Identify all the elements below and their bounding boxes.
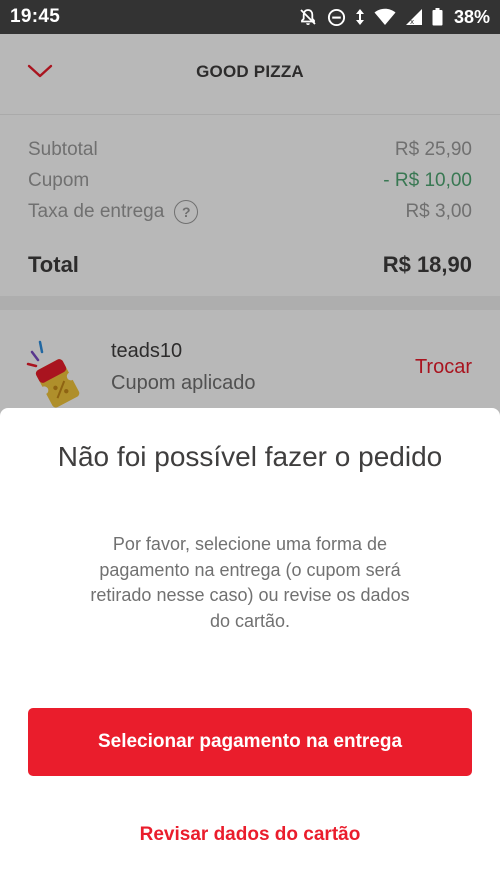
select-payment-on-delivery-button[interactable]: Selecionar pagamento na entrega bbox=[28, 708, 472, 776]
notifications-off-icon bbox=[298, 7, 318, 27]
data-arrows-icon bbox=[355, 8, 365, 26]
payment-error-sheet: Não foi possível fazer o pedido Por favo… bbox=[0, 408, 500, 889]
status-bar: 19:45 x 38% bbox=[0, 0, 500, 34]
do-not-disturb-icon bbox=[327, 8, 346, 27]
wifi-icon bbox=[374, 8, 396, 26]
status-icons: x 38% bbox=[298, 7, 490, 28]
battery-icon bbox=[432, 8, 443, 26]
review-card-data-button[interactable]: Revisar dados do cartão bbox=[28, 813, 472, 857]
status-time: 19:45 bbox=[10, 6, 61, 27]
signal-icon: x bbox=[405, 8, 423, 26]
sheet-message: Por favor, selecione uma forma de pagame… bbox=[90, 534, 410, 631]
svg-text:x: x bbox=[410, 18, 414, 26]
sheet-title: Não foi possível fazer o pedido bbox=[57, 441, 443, 472]
battery-percent: 38% bbox=[453, 6, 490, 27]
